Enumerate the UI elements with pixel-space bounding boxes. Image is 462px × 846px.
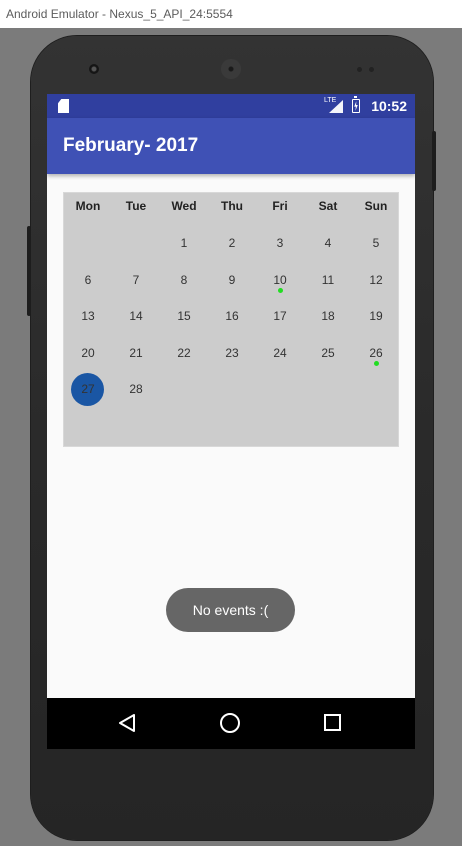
calendar-day[interactable]: 22 [160,335,208,371]
network-type-label: LTE [324,97,337,104]
calendar-day-number: 16 [225,309,239,323]
calendar-day-number: 21 [129,345,143,360]
calendar-day-number: 3 [276,236,284,250]
calendar-day-number: 17 [273,309,287,323]
event-indicator-dot [374,360,379,366]
weekday-label: Tue [125,199,147,213]
calendar-day-number: 24 [273,345,287,360]
calendar-day[interactable]: 15 [160,298,208,334]
status-bar: LTE 10:52 [47,94,415,118]
calendar-day[interactable]: 3 [256,225,304,261]
weekday-label: Sat [318,199,338,213]
calendar-day-number: 1 [180,236,188,250]
calendar-day-number: 2 [228,236,236,250]
calendar-day[interactable]: 27 [64,371,112,407]
window-title: Android Emulator - Nexus_5_API_24:5554 [0,0,462,28]
weekday-label: Mon [75,199,101,213]
calendar-day-number: 20 [81,345,95,360]
calendar-day[interactable]: 2 [208,225,256,261]
calendar-view[interactable]: Mon Tue Wed Thu Fri Sat Sun 1 2 3 4 5 6 7 8 9 10 1… [63,192,399,447]
calendar-day-number: 23 [225,345,239,360]
front-camera [89,64,99,74]
calendar-day[interactable]: 20 [64,335,112,371]
back-icon[interactable] [118,714,136,732]
calendar-day-number: 22 [177,345,191,360]
calendar-day[interactable]: 10 [256,262,304,298]
calendar-day[interactable]: 8 [160,262,208,298]
calendar-day[interactable]: 13 [64,298,112,334]
calendar-day-number: 12 [369,272,383,287]
calendar-day[interactable]: 26 [352,335,400,371]
calendar-day-number: 19 [369,309,383,323]
calendar-day-number: 28 [129,382,143,396]
sd-card-icon [58,99,69,113]
proximity-sensor [357,67,362,72]
event-indicator-dot [278,287,283,293]
calendar-day[interactable]: 1 [160,225,208,261]
calendar-day-number: 14 [129,309,143,323]
calendar-day[interactable]: 4 [304,225,352,261]
weekday-label: Sun [364,199,388,213]
calendar-day[interactable]: 19 [352,298,400,334]
light-sensor [369,67,374,72]
calendar-day-number: 27 [81,382,95,396]
weekday-label: Wed [171,199,197,213]
calendar-day[interactable]: 7 [112,262,160,298]
calendar-day[interactable]: 21 [112,335,160,371]
calendar-day-number: 13 [81,309,95,323]
calendar-day[interactable]: 28 [112,371,160,407]
calendar-day-number: 8 [180,272,188,287]
calendar-day-number: 6 [84,272,92,287]
calendar-day-number: 10 [273,272,287,287]
calendar-day-number: 11 [321,272,335,287]
calendar-day[interactable]: 12 [352,262,400,298]
calendar-day[interactable]: 14 [112,298,160,334]
page-title: February- 2017 [63,135,199,156]
phone-frame: LTE 10:52 February- 2017 Mon Tue Wed Thu… [27,36,436,840]
battery-charging-icon [352,96,360,113]
calendar-day[interactable]: 25 [304,335,352,371]
speaker-grille [221,59,241,79]
calendar-day-number: 15 [177,309,191,323]
calendar-day[interactable]: 23 [208,335,256,371]
calendar-day-number: 9 [228,272,236,287]
calendar-day[interactable]: 24 [256,335,304,371]
calendar-day[interactable]: 9 [208,262,256,298]
power-button[interactable] [432,131,436,191]
calendar-day-number: 7 [132,272,140,287]
weekday-label: Thu [221,199,243,213]
home-icon[interactable] [220,713,240,733]
calendar-day-number: 26 [369,345,383,360]
calendar-day-number: 4 [324,236,332,250]
calendar-day[interactable]: 5 [352,225,400,261]
calendar-day-number: 18 [321,309,335,323]
calendar-day[interactable]: 16 [208,298,256,334]
calendar-day[interactable]: 11 [304,262,352,298]
status-clock: 10:52 [371,98,407,114]
weekday-header: Mon Tue Wed Thu Fri Sat Sun [64,193,398,221]
calendar-day[interactable]: 17 [256,298,304,334]
calendar-day[interactable]: 18 [304,298,352,334]
calendar-day-number: 5 [372,236,380,250]
navigation-bar [47,698,415,749]
calendar-day[interactable]: 6 [64,262,112,298]
toast-message: No events :( [166,588,295,632]
weekday-label: Fri [272,199,288,213]
volume-button[interactable] [27,226,31,316]
app-bar: February- 2017 [47,118,415,174]
device-screen: LTE 10:52 February- 2017 Mon Tue Wed Thu… [47,94,415,749]
calendar-day-number: 25 [321,345,335,360]
recent-apps-icon[interactable] [324,714,341,731]
